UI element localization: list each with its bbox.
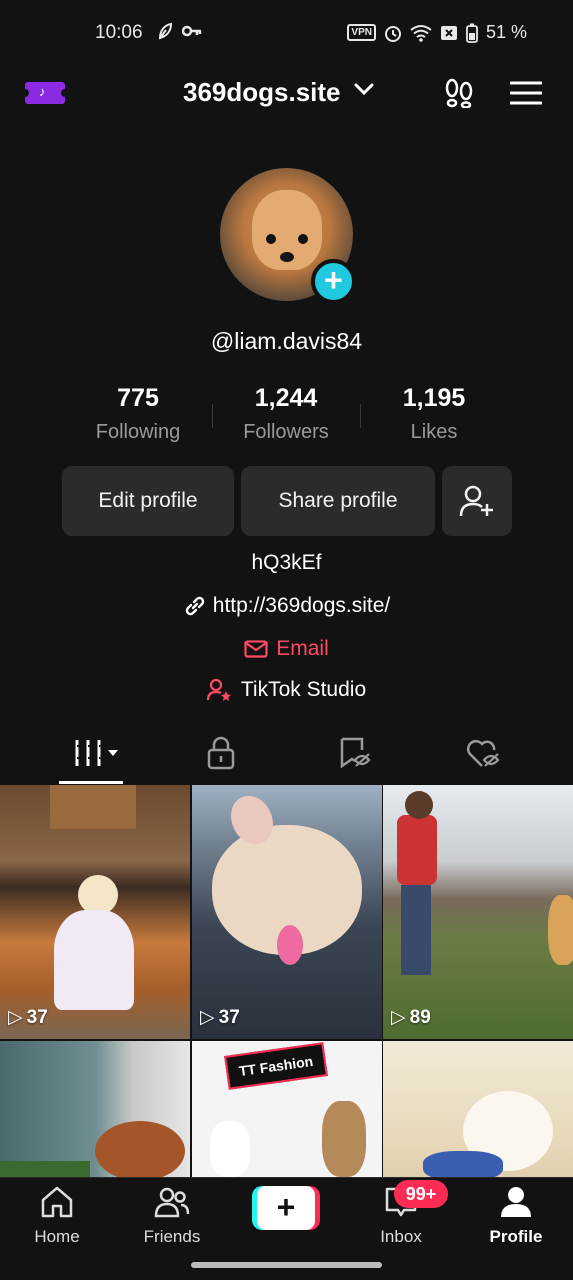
tiktok-ticket-icon[interactable]: ♪ bbox=[21, 82, 69, 104]
studio-label: TikTok Studio bbox=[240, 678, 367, 701]
nav-home[interactable]: Home bbox=[7, 1186, 107, 1247]
friends-icon bbox=[154, 1187, 190, 1218]
battery-percent: 51 % bbox=[485, 22, 527, 42]
sim-off-icon bbox=[440, 25, 457, 40]
likes-count: 1,195 bbox=[402, 384, 466, 412]
nav-friends-label: Friends bbox=[143, 1227, 201, 1246]
status-bar: 10:06 VPN 51 % bbox=[0, 0, 573, 66]
tiktok-studio-link[interactable]: TikTok Studio bbox=[0, 678, 573, 702]
email-link[interactable]: Email bbox=[0, 637, 573, 661]
edit-profile-button[interactable]: Edit profile bbox=[62, 466, 234, 536]
tab-saved-hidden[interactable] bbox=[338, 736, 372, 775]
mail-icon bbox=[244, 640, 268, 658]
stat-following[interactable]: 775 Following bbox=[64, 384, 212, 444]
lock-icon bbox=[207, 736, 235, 770]
heart-eye-icon bbox=[466, 739, 500, 767]
status-time: 10:06 bbox=[95, 22, 143, 43]
tt-fashion-label: TT Fashion bbox=[224, 1042, 328, 1090]
bottom-navigation: Home Friends + Inbox Profile bbox=[0, 1177, 573, 1255]
play-icon: ▷ bbox=[391, 1007, 406, 1028]
tab-private[interactable] bbox=[206, 736, 236, 775]
nav-profile-label: Profile bbox=[489, 1227, 543, 1246]
video-thumbnail[interactable]: ▷ 89 bbox=[383, 785, 573, 1039]
add-person-icon bbox=[459, 485, 493, 517]
content-tabs bbox=[0, 726, 573, 784]
email-label: Email bbox=[276, 637, 329, 660]
home-icon bbox=[41, 1186, 73, 1218]
bookmark-eye-icon bbox=[340, 737, 371, 769]
video-thumbnail[interactable]: ▷ 37 bbox=[192, 785, 382, 1039]
alarm-icon bbox=[384, 25, 401, 42]
inbox-unread-badge: 99+ bbox=[394, 1180, 448, 1208]
followers-label: Followers bbox=[243, 421, 329, 443]
video-thumbnail[interactable] bbox=[0, 1041, 190, 1177]
nav-friends[interactable]: Friends bbox=[122, 1186, 222, 1247]
leaf-icon bbox=[158, 22, 173, 40]
studio-person-star-icon bbox=[206, 678, 231, 701]
followers-count: 1,244 bbox=[254, 384, 318, 412]
add-friend-button[interactable] bbox=[442, 466, 512, 536]
profile-stats: 775 Following 1,244 Followers 1,195 Like… bbox=[64, 384, 509, 450]
username: @liam.davis84 bbox=[210, 328, 363, 354]
tab-liked[interactable] bbox=[466, 736, 502, 775]
account-switcher-title[interactable]: 369dogs.site bbox=[183, 77, 341, 108]
website-link[interactable]: http://369dogs.site/ bbox=[0, 594, 573, 618]
status-right-icons: VPN 51 % bbox=[347, 22, 527, 43]
add-story-button[interactable]: + bbox=[311, 259, 356, 304]
play-icon: ▷ bbox=[8, 1007, 23, 1028]
vpn-icon: VPN bbox=[347, 24, 376, 41]
following-count: 775 bbox=[117, 384, 159, 412]
create-button[interactable]: + bbox=[252, 1186, 320, 1230]
bio-text: hQ3kEf bbox=[251, 551, 322, 574]
stat-likes[interactable]: 1,195 Likes bbox=[360, 384, 508, 444]
play-icon: ▷ bbox=[200, 1007, 215, 1028]
active-tab-indicator bbox=[59, 781, 123, 784]
video-thumbnail[interactable]: TT Fashion bbox=[192, 1041, 382, 1177]
view-count: ▷ 89 bbox=[391, 1006, 431, 1029]
key-icon bbox=[182, 25, 202, 37]
tab-videos[interactable] bbox=[74, 736, 120, 775]
profile-icon bbox=[501, 1187, 531, 1217]
plus-icon: + bbox=[257, 1186, 315, 1230]
following-label: Following bbox=[95, 421, 181, 443]
likes-label: Likes bbox=[410, 421, 458, 443]
home-indicator[interactable] bbox=[191, 1262, 382, 1268]
chevron-down-icon[interactable] bbox=[354, 82, 374, 96]
menu-icon[interactable] bbox=[510, 80, 542, 106]
view-count: ▷ 37 bbox=[8, 1006, 48, 1029]
stat-followers[interactable]: 1,244 Followers bbox=[212, 384, 360, 444]
grid-bars-icon bbox=[75, 740, 118, 766]
profile-header: ♪ 369dogs.site bbox=[0, 66, 573, 122]
wifi-icon bbox=[410, 24, 432, 42]
nav-home-label: Home bbox=[34, 1227, 80, 1246]
share-profile-button[interactable]: Share profile bbox=[241, 466, 435, 536]
nav-profile[interactable]: Profile bbox=[466, 1186, 566, 1247]
video-grid: ▷ 37 ▷ 37 ▷ 89 TT Fashion bbox=[0, 785, 573, 1177]
website-link-text: http://369dogs.site/ bbox=[212, 594, 391, 617]
link-icon bbox=[185, 596, 204, 616]
video-thumbnail[interactable] bbox=[383, 1041, 573, 1177]
footprints-icon[interactable] bbox=[443, 78, 475, 108]
video-thumbnail[interactable]: ▷ 37 bbox=[0, 785, 190, 1039]
battery-icon bbox=[466, 23, 478, 43]
view-count: ▷ 37 bbox=[200, 1006, 240, 1029]
nav-inbox-label: Inbox bbox=[380, 1227, 422, 1246]
